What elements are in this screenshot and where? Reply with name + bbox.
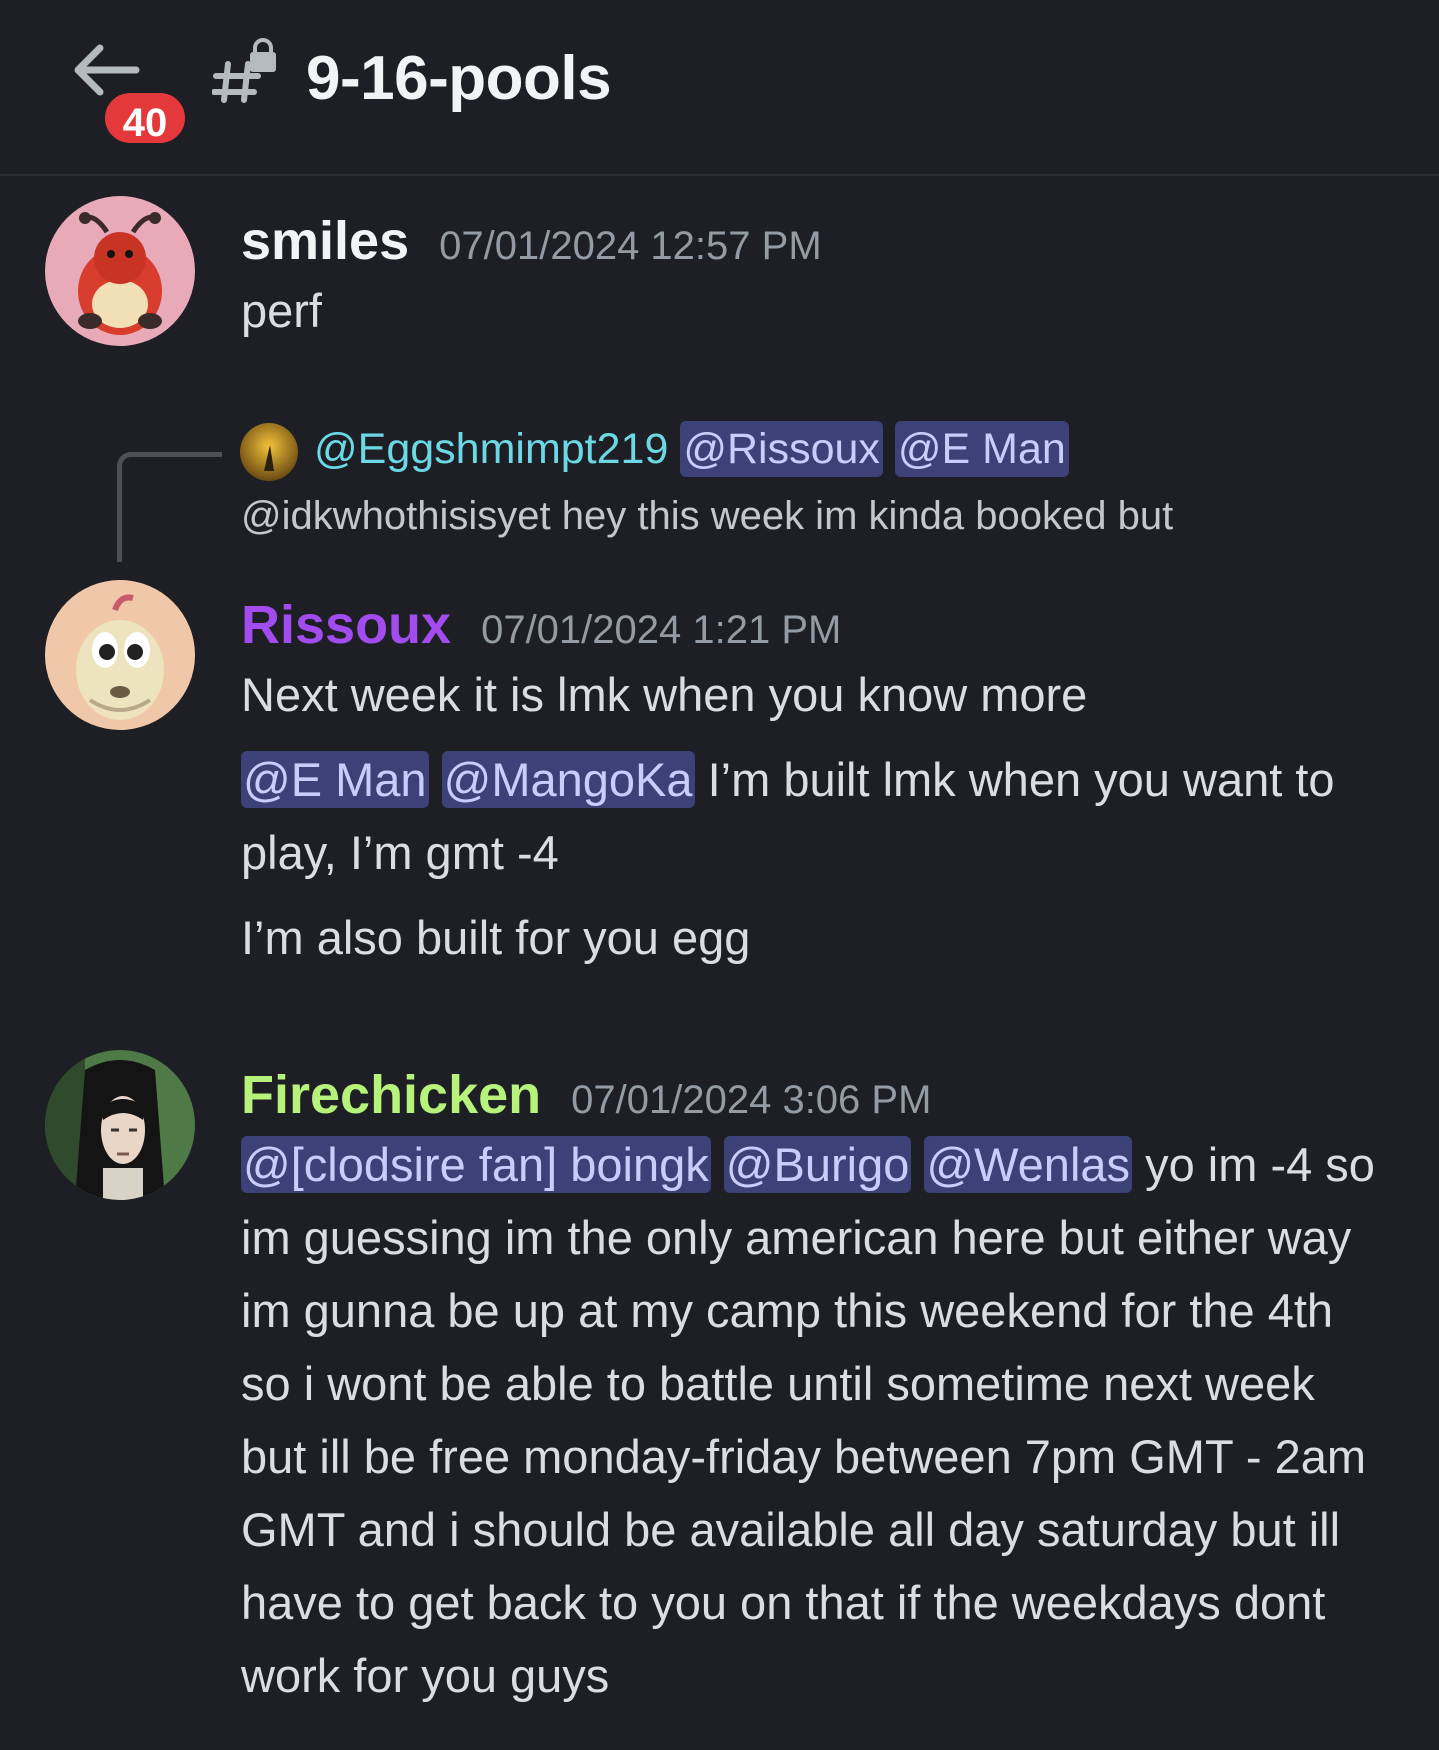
- channel-title: 9-16-pools: [306, 44, 612, 113]
- mention[interactable]: @Rissoux: [680, 421, 883, 477]
- message-text: Next week it is lmk when you know more: [241, 668, 1088, 721]
- username[interactable]: Rissoux: [241, 595, 451, 655]
- reply-preview[interactable]: @Eggshmimpt219 @Rissoux @E Man @idkwhoth…: [0, 418, 1439, 562]
- avatar[interactable]: [45, 1050, 195, 1200]
- mention[interactable]: @E Man: [894, 421, 1069, 477]
- message-text: @[clodsire fan] boingk @Burigo @Wenlas y…: [241, 1128, 1391, 1712]
- reply-header: @Eggshmimpt219 @Rissoux @E Man: [314, 418, 1069, 480]
- timestamp: 07/01/2024 12:57 PM: [439, 224, 822, 268]
- channel-header: 40 9-16-pools: [0, 0, 1439, 176]
- timestamp: 07/01/2024 3:06 PM: [571, 1078, 932, 1122]
- mention[interactable]: @Wenlas: [924, 1136, 1133, 1193]
- timestamp: 07/01/2024 1:21 PM: [481, 608, 842, 652]
- mention[interactable]: @E Man: [241, 751, 429, 808]
- reply-avatar: [240, 423, 298, 481]
- avatar[interactable]: [45, 196, 195, 346]
- reply-connector: [117, 452, 222, 562]
- reply-text: @idkwhothisisyet hey this week im kinda …: [241, 494, 1174, 538]
- message-text-body: yo im -4 so im guessing im the only amer…: [241, 1138, 1375, 1702]
- message-text: perf: [241, 284, 322, 337]
- avatar[interactable]: [45, 580, 195, 730]
- user-avatar-icon: [240, 423, 298, 481]
- mention[interactable]: @Burigo: [723, 1136, 912, 1193]
- mention[interactable]: @MangoKa: [441, 751, 695, 808]
- username[interactable]: smiles: [241, 211, 409, 271]
- username[interactable]: Firechicken: [241, 1065, 541, 1125]
- reply-author[interactable]: @Eggshmimpt219: [314, 425, 668, 473]
- unread-badge: 40: [100, 88, 190, 148]
- message-text: @E Man @MangoKa I’m built lmk when you w…: [241, 743, 1391, 889]
- user-avatar-anime-icon: [45, 1050, 195, 1200]
- locked-channel-icon: [211, 38, 282, 108]
- mention[interactable]: @[clodsire fan] boingk: [241, 1136, 711, 1193]
- message-text: I’m also built for you egg: [241, 911, 751, 964]
- user-avatar-caterpie-icon: [45, 580, 195, 730]
- user-avatar-ledyba-icon: [45, 196, 195, 346]
